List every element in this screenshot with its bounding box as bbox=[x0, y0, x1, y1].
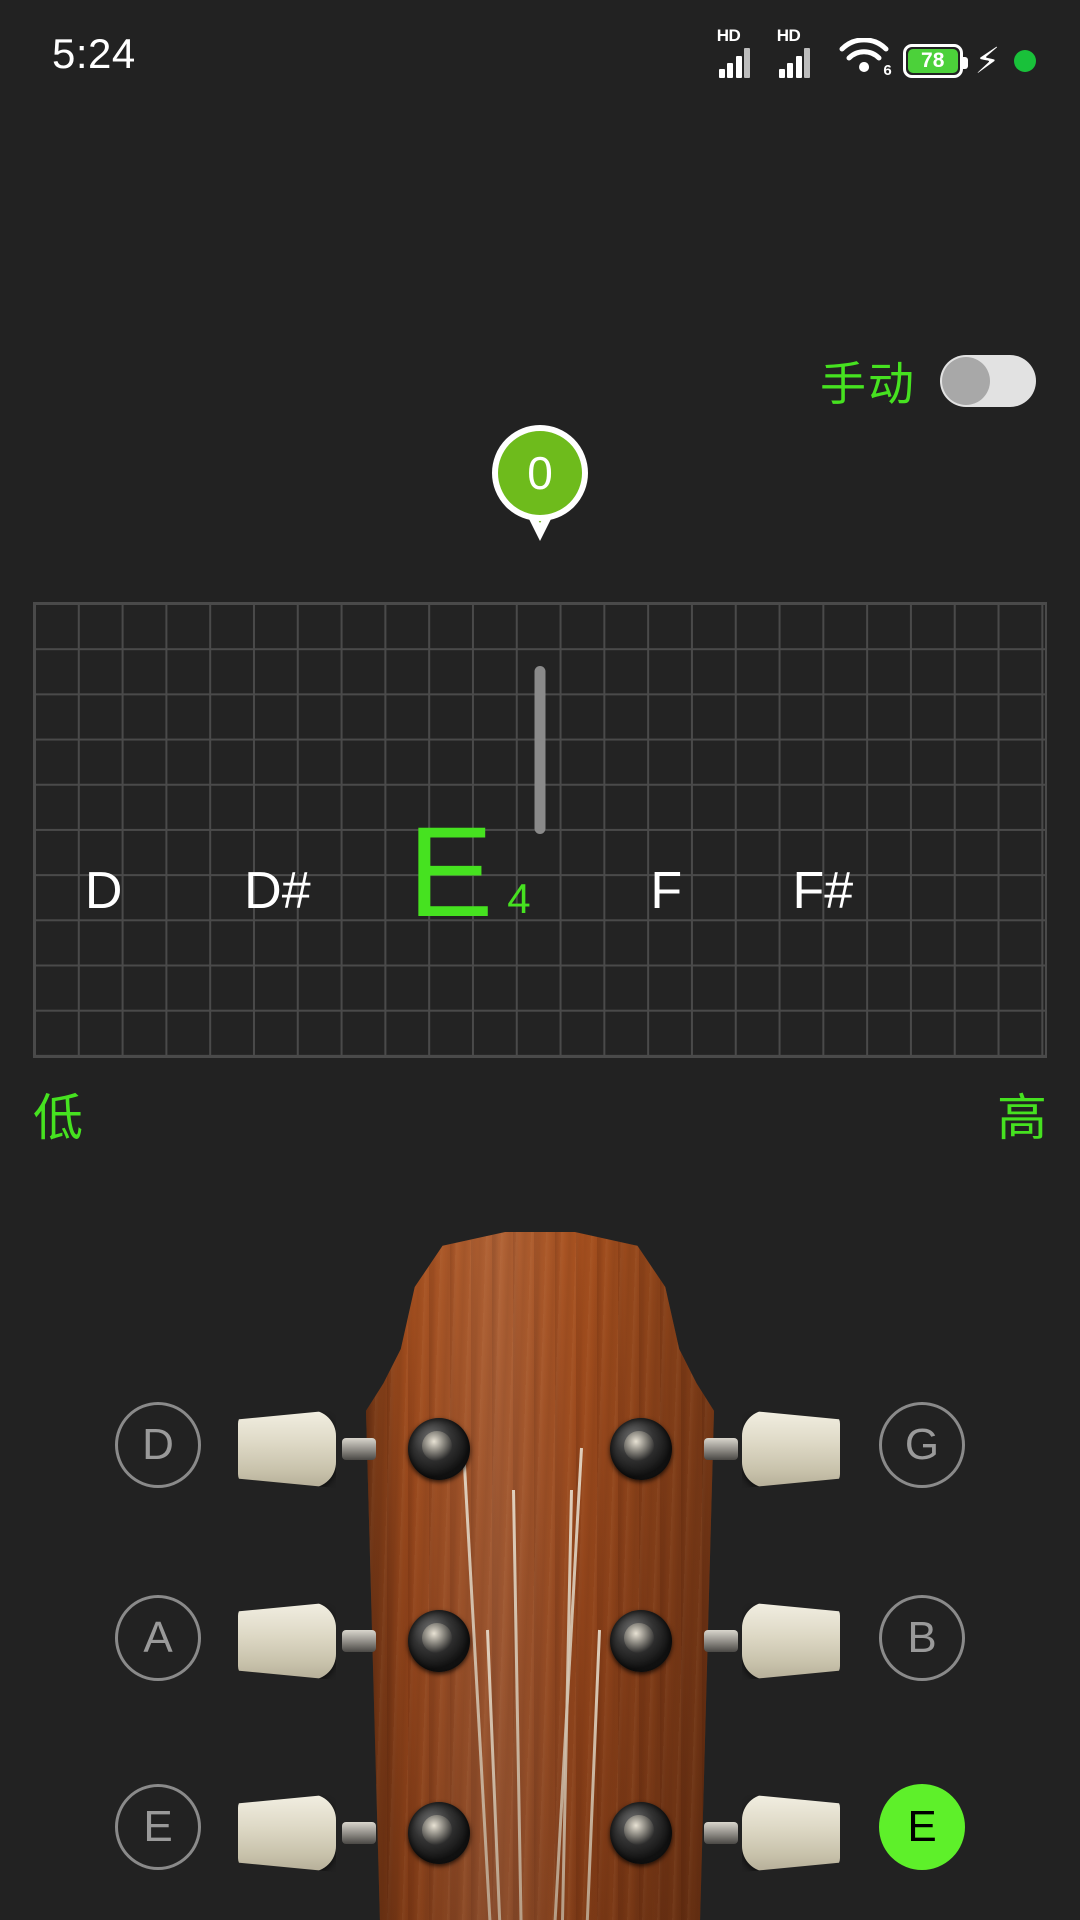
string-button-e-low[interactable]: E bbox=[115, 1784, 201, 1870]
charging-bolt-icon: ⚡ bbox=[974, 40, 1000, 81]
cents-value: 0 bbox=[527, 447, 553, 499]
current-note-group: E 4 bbox=[407, 800, 531, 944]
wifi-icon: 6 bbox=[839, 34, 892, 79]
tuner-post-right-2 bbox=[610, 1610, 672, 1672]
pitch-high-label: 高 bbox=[997, 1090, 1047, 1146]
headstock-area: D A E G B E bbox=[0, 1190, 1080, 1920]
cellular-signal-2-icon: HD bbox=[777, 26, 825, 78]
battery-level-label: 78 bbox=[921, 49, 945, 72]
pitch-range-labels: 低 高 bbox=[33, 1078, 1047, 1150]
scale-label-fsharp: F# bbox=[792, 862, 854, 921]
string-button-e-high[interactable]: E bbox=[879, 1784, 965, 1870]
battery-icon: 78 bbox=[902, 44, 968, 78]
tuner-post-left-2 bbox=[408, 1610, 470, 1672]
string-button-label: A bbox=[143, 1613, 173, 1662]
cellular-signal-1-icon: HD bbox=[717, 26, 765, 78]
tuner-stem-right-3 bbox=[704, 1822, 738, 1844]
scale-label-f: F bbox=[650, 862, 683, 921]
tuner-peg-right-1 bbox=[742, 1410, 840, 1488]
tuner-stem-left-3 bbox=[342, 1822, 376, 1844]
tuner-post-right-3 bbox=[610, 1802, 672, 1864]
string-button-label: G bbox=[904, 1420, 940, 1469]
status-icons: HD HD 6 78 ⚡ bbox=[717, 26, 1036, 81]
pin-bubble: 0 bbox=[492, 425, 588, 521]
recording-indicator-dot bbox=[1014, 50, 1036, 72]
tuner-screen: 5:24 HD HD 6 78 ⚡ 手动 0 D D# F F# E 4 低 高… bbox=[0, 0, 1080, 1920]
tuner-peg-right-3 bbox=[742, 1794, 840, 1872]
hd-label-2: HD bbox=[776, 26, 801, 45]
current-octave-label: 4 bbox=[507, 874, 531, 922]
tuner-stem-right-1 bbox=[704, 1438, 738, 1460]
wifi-generation-label: 6 bbox=[883, 62, 892, 79]
tuner-peg-left-2 bbox=[238, 1602, 336, 1680]
manual-mode-row[interactable]: 手动 bbox=[820, 348, 1036, 414]
cents-pin-marker: 0 bbox=[492, 425, 588, 541]
scale-label-d: D bbox=[84, 862, 123, 921]
string-button-label: D bbox=[142, 1420, 174, 1469]
tuner-stem-left-1 bbox=[342, 1438, 376, 1460]
toggle-knob bbox=[942, 357, 990, 405]
current-note-label: E bbox=[407, 800, 494, 944]
pitch-low-label: 低 bbox=[33, 1090, 83, 1146]
manual-mode-label: 手动 bbox=[820, 358, 916, 410]
scale-label-dsharp: D# bbox=[244, 862, 311, 921]
tuner-stem-left-2 bbox=[342, 1630, 376, 1652]
string-button-label: E bbox=[907, 1802, 937, 1851]
tuner-peg-right-2 bbox=[742, 1602, 840, 1680]
tuner-peg-left-1 bbox=[238, 1410, 336, 1488]
tuner-peg-left-3 bbox=[238, 1794, 336, 1872]
manual-mode-toggle[interactable] bbox=[940, 355, 1036, 407]
string-button-g[interactable]: G bbox=[879, 1402, 965, 1488]
tuner-post-right-1 bbox=[610, 1418, 672, 1480]
string-button-d[interactable]: D bbox=[115, 1402, 201, 1488]
string-button-label: B bbox=[907, 1613, 937, 1662]
tuning-needle bbox=[534, 666, 546, 834]
string-button-b[interactable]: B bbox=[879, 1595, 965, 1681]
status-time: 5:24 bbox=[52, 30, 136, 77]
string-button-label: E bbox=[143, 1802, 173, 1851]
tuner-post-left-1 bbox=[408, 1418, 470, 1480]
hd-label-1: HD bbox=[716, 26, 741, 45]
tuner-post-left-3 bbox=[408, 1802, 470, 1864]
status-bar: 5:24 HD HD 6 78 ⚡ bbox=[0, 0, 1080, 108]
string-button-a[interactable]: A bbox=[115, 1595, 201, 1681]
guitar-headstock-image bbox=[238, 1190, 840, 1920]
tuner-stem-right-2 bbox=[704, 1630, 738, 1652]
